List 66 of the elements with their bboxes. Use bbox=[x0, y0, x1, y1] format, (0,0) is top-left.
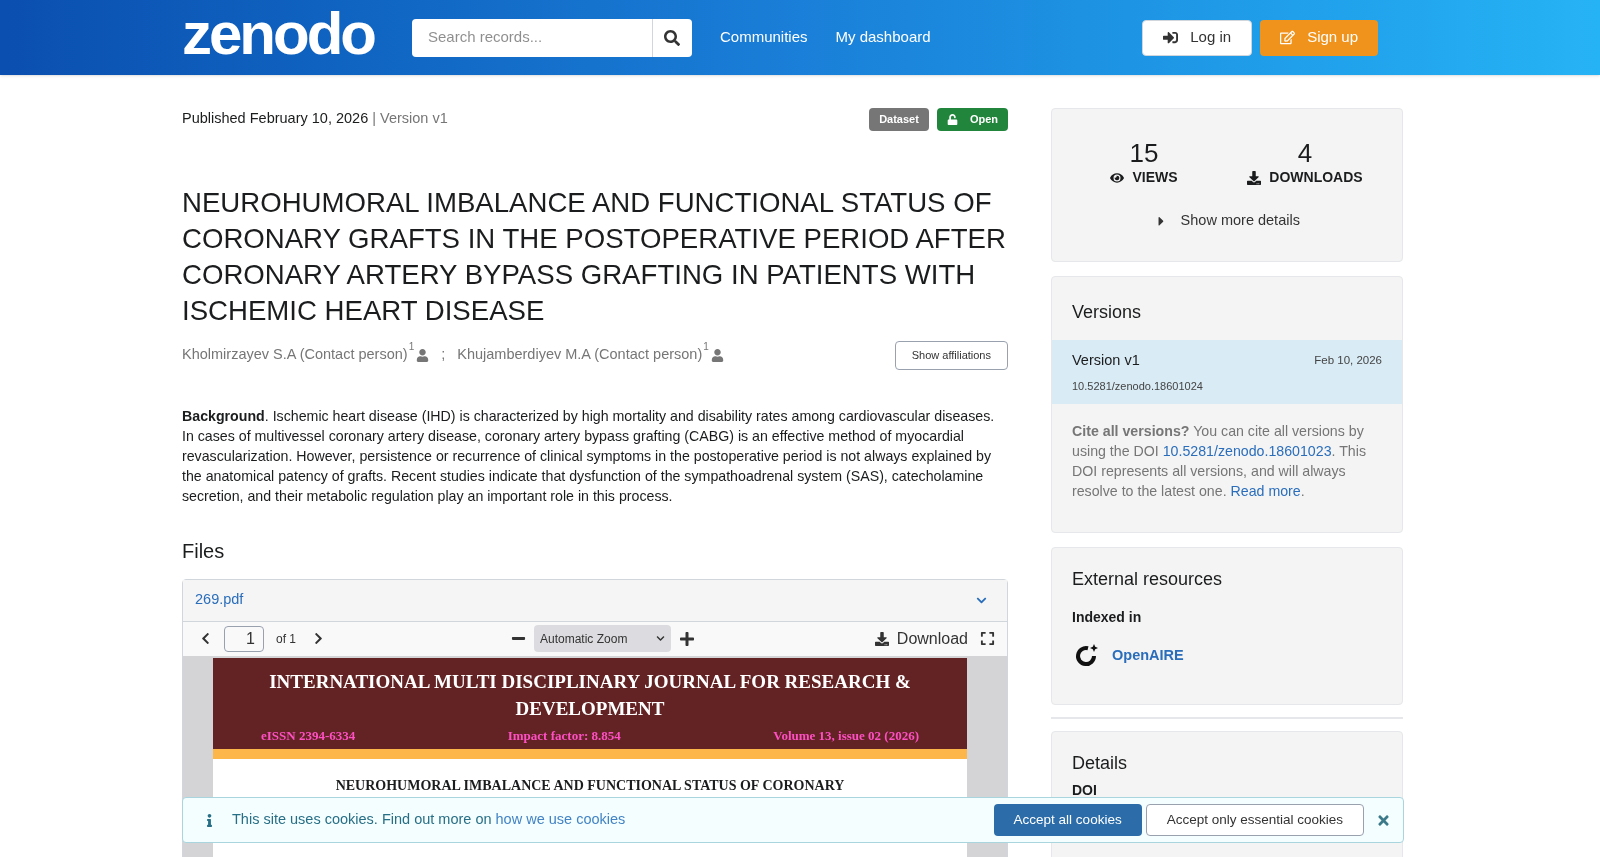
page-number-field[interactable]: 1 bbox=[224, 625, 264, 652]
version-doi: 10.5281/zenodo.18601024 bbox=[1072, 378, 1204, 394]
affiliation-number: 1 bbox=[703, 340, 709, 353]
eye-icon bbox=[1110, 170, 1125, 185]
journal-title: INTERNATIONAL MULTI DISCIPLINARY JOURNAL FOR RESEARCH & DEVELOPMENT bbox=[268, 669, 912, 721]
openaire-link[interactable]: OpenAIRE bbox=[1112, 645, 1184, 667]
fullscreen-icon[interactable] bbox=[980, 631, 995, 646]
edit-icon bbox=[1280, 30, 1296, 45]
cookie-notice: This site uses cookies. Find out more on how we use cookies bbox=[232, 810, 626, 830]
downloads-label: DOWNLOADS bbox=[1247, 167, 1363, 188]
download-button[interactable]: Download bbox=[874, 626, 968, 651]
zenodo-logo[interactable]: zenodo bbox=[182, 3, 382, 64]
creator-link[interactable]: Kholmirzayev S.A (Contact person) bbox=[182, 344, 408, 366]
search-icon bbox=[664, 29, 681, 46]
views-label: VIEWS bbox=[1110, 167, 1178, 188]
downloads-count: 4 bbox=[1297, 139, 1313, 167]
record-badge: Dataset bbox=[869, 108, 929, 131]
download-icon bbox=[1247, 170, 1262, 185]
show-more-details-button[interactable]: Show more details bbox=[1154, 210, 1300, 232]
record-badge: Open bbox=[936, 108, 1008, 131]
accept-all-cookies-button[interactable]: Accept all cookies bbox=[993, 804, 1142, 836]
chevron-down-icon bbox=[656, 634, 665, 643]
login-button[interactable]: Log in bbox=[1142, 19, 1253, 56]
previous-page-icon[interactable] bbox=[199, 632, 212, 645]
nav-link[interactable]: Communities bbox=[720, 26, 808, 49]
paper-title: NEUROHUMORAL IMBALANCE AND FUNCTIONAL STATUS OF CORONARY bbox=[334, 777, 846, 795]
record-title: NEUROHUMORAL IMBALANCE AND FUNCTIONAL STATUS OF CORONARY GRAFTS IN THE POSTOPERATIVE PERIOD AFTER CORONARY ARTERY BYPASS GRAFTING IN PATIENTS WITH ISCHEMIC HEART DISEASE bbox=[182, 185, 1007, 328]
volume-text: Volume 13, issue 02 (2026) bbox=[773, 726, 919, 745]
search-button[interactable] bbox=[652, 18, 692, 57]
version-label: Version v1 bbox=[1072, 351, 1140, 370]
views-count: 15 bbox=[1129, 139, 1159, 167]
files-heading: Files bbox=[182, 538, 226, 564]
external-resources-heading: External resources bbox=[1072, 568, 1224, 591]
separator: ; bbox=[441, 345, 446, 365]
download-icon bbox=[874, 631, 889, 646]
search-field[interactable]: Search records... bbox=[412, 18, 652, 57]
doi-link[interactable]: 10.5281/zenodo.18601023 bbox=[1162, 443, 1332, 460]
cite-all-versions-text: Cite all versions? You can cite all versions by using the DOI 10.5281/zenodo.18601023. This DOI represents all versions, and will always resolve to the latest one. Read more. bbox=[1071, 422, 1367, 502]
next-page-icon[interactable] bbox=[312, 632, 325, 645]
version-item[interactable]: Version v1 Feb 10, 2026 10.5281/zenodo.18601024 bbox=[1052, 340, 1402, 405]
version-date: Feb 10, 2026 bbox=[1314, 353, 1382, 369]
eissn-text: eISSN 2394-6334 bbox=[261, 726, 356, 745]
page-count: of 1 bbox=[276, 630, 296, 648]
versions-heading: Versions bbox=[1071, 301, 1143, 324]
indexed-in-label: Indexed in bbox=[1072, 608, 1143, 627]
version-label: | Version v1 bbox=[372, 109, 448, 129]
zoom-in-icon[interactable] bbox=[679, 630, 695, 647]
person-icon bbox=[416, 348, 430, 362]
nav-link[interactable]: My dashboard bbox=[835, 26, 931, 49]
doi-label: DOI bbox=[1072, 782, 1098, 798]
abstract-paragraph: Background. Ischemic heart disease (IHD) is characterized by high mortality and disability rates among cardiovascular diseases. In cases of multivessel coronary artery disease, coronary artery bypass grafting (CABG) is an effective method of myocardial revascularization. However, persistence or recurrence of clinical symptoms in the postoperative period is not always explained by the anatomical patency of grafts. Recent studies indicate that dysfunction of the sympathoadrenal system (SAS), catecholamine secretion, and their metabolic regulation play an important role in this process. bbox=[182, 406, 996, 506]
accept-essential-cookies-button[interactable]: Accept only essential cookies bbox=[1145, 804, 1364, 836]
published-date: Published February 10, 2026 bbox=[182, 109, 369, 129]
zoom-dropdown[interactable]: Automatic Zoom bbox=[534, 625, 671, 652]
unlock-icon bbox=[946, 113, 958, 125]
cookie-policy-link[interactable]: how we use cookies bbox=[495, 811, 626, 828]
login-icon bbox=[1163, 30, 1179, 45]
show-affiliations-button[interactable]: Show affiliations bbox=[894, 340, 1008, 370]
details-heading: Details bbox=[1072, 752, 1129, 774]
read-more-link[interactable]: Read more bbox=[1230, 483, 1301, 500]
close-icon[interactable] bbox=[1376, 812, 1391, 828]
creator-link[interactable]: Khujamberdiyev M.A (Contact person) bbox=[457, 344, 703, 366]
file-link[interactable]: 269.pdf bbox=[195, 589, 244, 611]
affiliation-number: 1 bbox=[408, 340, 415, 353]
person-icon bbox=[710, 348, 724, 362]
impact-factor-text: Impact factor: 8.854 bbox=[507, 726, 621, 745]
